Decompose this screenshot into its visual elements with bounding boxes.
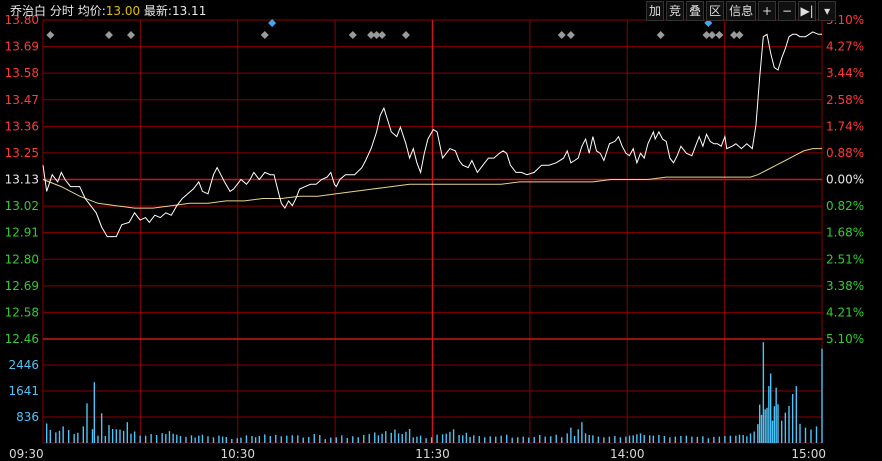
time-tick-label: 09:30 xyxy=(9,447,44,461)
price-tick-label: 12.80 xyxy=(5,252,39,266)
volume-tick-label: 1641 xyxy=(8,384,39,398)
diamond-marker-icon[interactable] xyxy=(557,31,566,39)
percent-tick-label: 0.82% xyxy=(826,199,864,213)
zone-button[interactable]: 区 xyxy=(706,1,725,21)
volume-bars xyxy=(45,342,823,443)
diamond-marker-icon[interactable] xyxy=(378,31,387,39)
avg-label: 均价: xyxy=(77,4,106,18)
percent-tick-label: 3.44% xyxy=(826,66,864,80)
percent-tick-label: 0.88% xyxy=(826,146,864,160)
percent-tick-label: 2.51% xyxy=(826,252,864,266)
diamond-marker-icon[interactable] xyxy=(46,31,55,39)
price-tick-label: 12.46 xyxy=(5,332,39,346)
price-tick-label: 13.13 xyxy=(5,173,39,187)
diamond-marker-icon[interactable] xyxy=(735,31,744,39)
intraday-chart[interactable]: 13.8013.6913.5813.4713.3613.2513.1313.02… xyxy=(0,0,882,461)
price-tick-label: 13.36 xyxy=(5,119,39,133)
volume-tick-label: 836 xyxy=(16,410,39,424)
chevron-down-icon[interactable]: ▾ xyxy=(818,1,837,21)
percent-tick-label: 3.38% xyxy=(826,279,864,293)
time-axis: 09:30 10:30 11:30 14:00 15:00 xyxy=(9,447,826,461)
volume-tick-label: 2446 xyxy=(8,358,39,372)
chart-grid xyxy=(42,19,823,444)
time-tick-label: 11:30 xyxy=(415,447,450,461)
mode-label: 分时 xyxy=(49,4,74,18)
diamond-marker-icon[interactable] xyxy=(566,31,575,39)
diamond-marker-icon[interactable] xyxy=(348,31,357,39)
price-axis: 13.8013.6913.5813.4713.3613.2513.1313.02… xyxy=(5,13,39,346)
last-value: 13.11 xyxy=(171,4,207,18)
add-button[interactable]: 加 xyxy=(646,1,665,21)
volume-axis: 2446 1641 836 xyxy=(8,358,39,424)
price-tick-label: 13.25 xyxy=(5,146,39,160)
jump-end-icon[interactable]: ▶| xyxy=(798,1,817,21)
percent-tick-label: 5.10% xyxy=(826,332,864,346)
diamond-marker-icon[interactable] xyxy=(708,31,717,39)
percent-tick-label: 0.00% xyxy=(826,173,864,187)
time-tick-label: 14:00 xyxy=(610,447,645,461)
price-tick-label: 13.69 xyxy=(5,40,39,54)
diamond-marker-icon[interactable] xyxy=(126,31,135,39)
price-tick-label: 13.58 xyxy=(5,66,39,80)
info-button[interactable]: 信息 xyxy=(726,1,757,21)
percent-tick-label: 1.68% xyxy=(826,226,864,240)
percent-tick-label: 2.58% xyxy=(826,93,864,107)
event-markers[interactable] xyxy=(46,19,744,39)
stack-button[interactable]: 叠 xyxy=(686,1,705,21)
time-tick-label: 10:30 xyxy=(220,447,255,461)
diamond-marker-icon[interactable] xyxy=(104,31,113,39)
chart-header: 乔治白 分时 均价:13.00 最新:13.11 xyxy=(10,2,206,19)
overlay-button[interactable]: 竞 xyxy=(666,1,685,21)
minus-icon[interactable]: − xyxy=(778,1,797,21)
percent-axis: 5.10% 4.27% 3.44% 2.58% 1.74% 0.88% 0.00% 0.82%… xyxy=(826,13,864,346)
price-tick-label: 12.91 xyxy=(5,226,39,240)
price-tick-label: 13.47 xyxy=(5,93,39,107)
plus-icon[interactable]: + xyxy=(758,1,777,21)
diamond-marker-icon[interactable] xyxy=(260,31,269,39)
diamond-marker-icon[interactable] xyxy=(401,31,410,39)
percent-tick-label: 1.74% xyxy=(826,119,864,133)
chart-toolbar: 加 竞 叠 区 信息 + − ▶| ▾ xyxy=(646,1,837,21)
price-tick-label: 13.02 xyxy=(5,199,39,213)
diamond-marker-icon[interactable] xyxy=(715,31,724,39)
percent-tick-label: 4.21% xyxy=(826,305,864,319)
stock-name: 乔治白 xyxy=(10,4,47,18)
percent-tick-label: 4.27% xyxy=(826,40,864,54)
avg-value: 13.00 xyxy=(105,4,141,18)
price-tick-label: 12.58 xyxy=(5,305,39,319)
last-label: 最新: xyxy=(143,4,172,18)
time-tick-label: 15:00 xyxy=(791,447,826,461)
diamond-marker-icon[interactable] xyxy=(656,31,665,39)
price-tick-label: 12.69 xyxy=(5,279,39,293)
